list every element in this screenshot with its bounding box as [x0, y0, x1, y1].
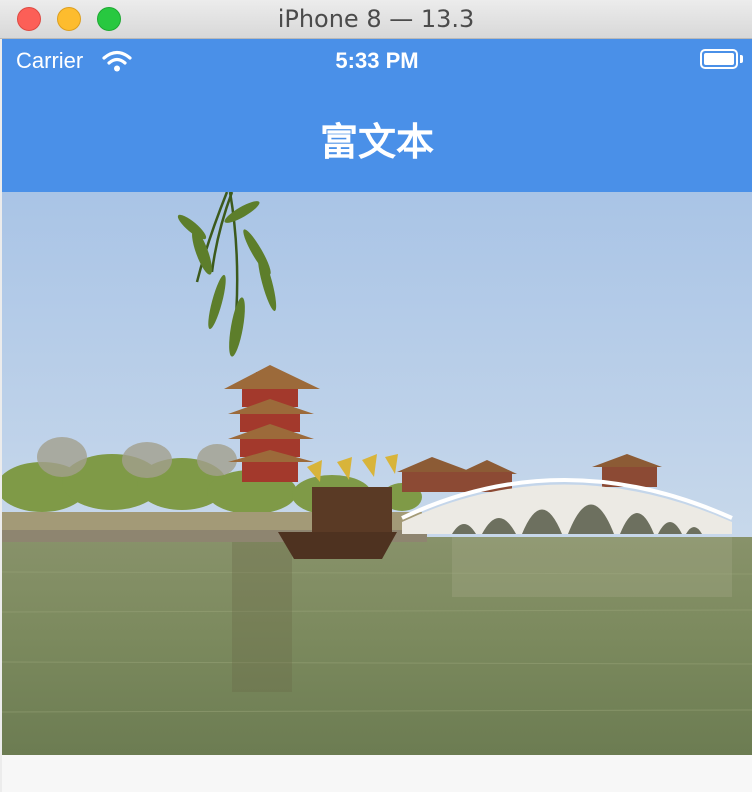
device-screen: Carrier 5:33 PM 富文本 — [2, 39, 752, 792]
battery-icon — [700, 49, 738, 69]
battery-tip — [740, 55, 743, 63]
status-time: 5:33 PM — [335, 48, 419, 73]
navigation-bar: 富文本 — [2, 81, 752, 192]
landscape-photo — [2, 192, 752, 755]
window-title-bar: iPhone 8 — 13.3 — [0, 0, 752, 39]
content-area — [2, 755, 752, 792]
status-bar: Carrier 5:33 PM — [2, 39, 752, 81]
page-title: 富文本 — [319, 120, 434, 164]
window-title: iPhone 8 — 13.3 — [277, 5, 475, 33]
